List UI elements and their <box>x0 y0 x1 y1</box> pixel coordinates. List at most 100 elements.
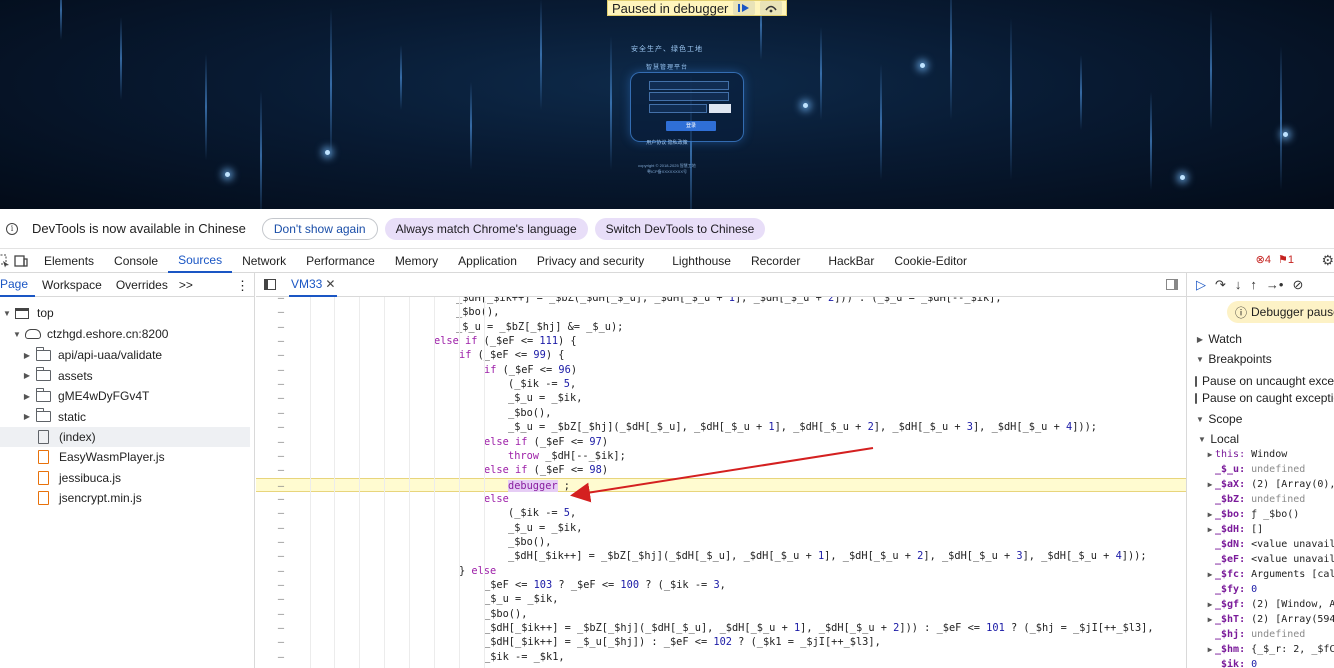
scope-variable-row[interactable]: ▶ _$bo: ƒ _$bo() <box>1205 507 1300 522</box>
line-gutter[interactable]: – <box>256 420 306 434</box>
toggle-debugger-icon[interactable] <box>1166 279 1178 290</box>
line-gutter[interactable]: – <box>256 463 306 477</box>
code-line[interactable]: – if (_$eF <= 96) <box>256 363 1186 377</box>
switch-language-button[interactable]: Switch DevTools to Chinese <box>594 217 766 240</box>
line-gutter[interactable]: – <box>256 650 306 664</box>
code-lines[interactable]: – _$dH[_$ik++] = _$bZ(_$dH[_$_u], _$dH[_$… <box>256 297 1186 668</box>
code-line[interactable]: – _$_u = _$bZ[_$hj](_$dH[_$_u], _$dH[_$_u… <box>256 420 1186 434</box>
tab-recorder[interactable]: Recorder <box>741 249 810 273</box>
tab-vm33[interactable]: VM33 ✕ <box>289 273 338 297</box>
scope-variable-row[interactable]: _$dN: <value unavailable> <box>1205 537 1334 552</box>
password-field[interactable] <box>649 92 729 101</box>
code-line[interactable]: – _$eF <= 103 ? _$eF <= 100 ? (_$ik -= 3, <box>256 578 1186 592</box>
code-line[interactable]: – _$bo(), <box>256 305 1186 319</box>
breakpoints-section-header[interactable]: ▼ Breakpoints <box>1187 349 1334 369</box>
tree-item-top[interactable]: ▼ top <box>2 303 252 323</box>
tab-memory[interactable]: Memory <box>385 249 448 273</box>
paused-code-line[interactable]: – debugger ; <box>256 477 1186 492</box>
code-line[interactable]: – _$_u = _$ik, <box>256 521 1186 535</box>
line-gutter[interactable]: – <box>256 297 306 305</box>
scope-variable-row[interactable]: ▶_$aX: (2) [Array(0), Array(0)] <box>1205 477 1334 492</box>
code-line[interactable]: – else <box>256 492 1186 506</box>
line-gutter[interactable]: – <box>256 406 306 420</box>
code-line[interactable]: –} else <box>256 564 1186 578</box>
pause-uncaught-checkbox[interactable] <box>1195 375 1197 387</box>
code-line[interactable]: – _$dH[_$ik++] = _$bZ(_$dH[_$_u], _$dH[_$… <box>256 297 1186 305</box>
login-links[interactable]: 用户协议 隐私政策 <box>0 139 1334 146</box>
pause-caught-checkbox[interactable] <box>1195 392 1197 404</box>
code-line[interactable]: – _$ik -= _$k1, <box>256 650 1186 664</box>
line-gutter[interactable]: – <box>256 435 306 449</box>
scope-variable-row[interactable]: _$ik: 0 <box>1205 657 1257 668</box>
code-line[interactable]: – _$bo(), <box>256 406 1186 420</box>
line-gutter[interactable]: – <box>256 621 306 635</box>
line-gutter[interactable]: – <box>256 521 306 535</box>
tab-application[interactable]: Application <box>448 249 527 273</box>
tree-item-folder[interactable]: ▶ gME4wDyFGv4T <box>22 386 272 406</box>
code-line[interactable]: – _$_u = _$ik, <box>256 391 1186 405</box>
line-gutter[interactable]: – <box>256 535 306 549</box>
step-over-icon[interactable]: ↷ <box>1215 277 1226 293</box>
device-toolbar-icon[interactable] <box>12 249 30 273</box>
scope-variable-row[interactable]: ▶_$gf: (2) [Window, Array] <box>1205 597 1334 612</box>
line-gutter[interactable]: – <box>256 564 306 578</box>
code-line[interactable]: – (_$ik -= 5, <box>256 377 1186 391</box>
tab-network[interactable]: Network <box>232 249 296 273</box>
step-out-icon[interactable]: ↑ <box>1250 277 1257 292</box>
scope-variable-row[interactable]: ▶_$hT: (2) [Array(594)] <box>1205 612 1334 627</box>
tab-workspace[interactable]: Workspace <box>35 273 109 297</box>
line-gutter[interactable]: – <box>256 391 306 405</box>
tab-privacy-and-security[interactable]: Privacy and security <box>527 249 654 273</box>
scope-variable-row[interactable]: ▶ _$dH: [] <box>1205 522 1264 537</box>
line-gutter[interactable]: – <box>256 492 306 506</box>
tree-item-file[interactable]: EasyWasmPlayer.js <box>38 447 288 467</box>
code-line[interactable]: – else if (_$eF <= 111) { <box>256 334 1186 348</box>
deactivate-breakpoints-icon[interactable]: ⊘ <box>1292 277 1303 293</box>
scope-variable-row[interactable]: ▶ this: Window <box>1205 447 1288 462</box>
settings-gear-icon[interactable]: ⚙ <box>1321 252 1334 269</box>
step-over-button[interactable] <box>760 1 783 15</box>
line-gutter[interactable]: – <box>256 305 306 319</box>
tab-overrides[interactable]: Overrides <box>109 273 175 297</box>
step-into-icon[interactable]: ↓ <box>1235 277 1242 292</box>
line-gutter[interactable]: – <box>256 607 306 621</box>
tree-item-folder[interactable]: ▶ static <box>22 407 272 427</box>
captcha-image[interactable] <box>709 104 731 113</box>
tree-item-folder[interactable]: ▶ api/api-uaa/validate <box>22 345 272 365</box>
pause-caught-row[interactable]: Pause on caught exceptions <box>1187 388 1334 408</box>
toggle-navigator-icon[interactable] <box>264 279 276 290</box>
line-gutter[interactable]: – <box>256 377 306 391</box>
tree-item-index[interactable]: (index) <box>0 427 250 447</box>
scope-section-header[interactable]: ▼ Scope <box>1187 409 1334 429</box>
code-line[interactable]: – throw _$dH[--_$ik]; <box>256 449 1186 463</box>
line-gutter[interactable]: – <box>256 449 306 463</box>
scope-variable-row[interactable]: _$_u: undefined <box>1205 462 1305 477</box>
tab-performance[interactable]: Performance <box>296 249 385 273</box>
tree-item-file[interactable]: jsencrypt.min.js <box>38 488 288 508</box>
line-gutter[interactable]: – <box>256 506 306 520</box>
scope-variable-row[interactable]: ▶_$fc: Arguments [callee] <box>1205 567 1334 582</box>
code-line[interactable]: – (_$ik -= 5, <box>256 506 1186 520</box>
line-gutter[interactable]: – <box>256 334 306 348</box>
tab-hackbar[interactable]: HackBar <box>818 249 884 273</box>
code-line[interactable]: – else if (_$eF <= 97) <box>256 435 1186 449</box>
scope-variable-row[interactable]: ▶ _$hm: {_$_r: 2, _$fC} <box>1205 642 1334 657</box>
code-line[interactable]: – _$dH[_$ik++] = _$_u[_$hj]) : _$eF <= 10… <box>256 635 1186 649</box>
code-line[interactable]: – _$_u = _$bZ[_$hj] &= _$_u); <box>256 320 1186 334</box>
tab-cookie-editor[interactable]: Cookie-Editor <box>884 249 977 273</box>
watch-section-header[interactable]: ▶ Watch <box>1187 329 1334 349</box>
resume-icon[interactable]: ▷ <box>1196 277 1206 293</box>
line-gutter[interactable]: – <box>256 592 306 606</box>
tab-sources[interactable]: Sources <box>168 249 233 273</box>
line-gutter[interactable]: – <box>256 578 306 592</box>
tab-elements[interactable]: Elements <box>34 249 104 273</box>
more-tabs-chevron-icon[interactable]: >> <box>179 278 193 292</box>
code-line[interactable]: – _$dH[_$ik++] = _$bZ[_$hj](_$dH[_$_u], _… <box>256 621 1186 635</box>
close-tab-icon[interactable]: ✕ <box>325 277 335 291</box>
scope-variable-row[interactable]: _$fy: 0 <box>1205 582 1257 597</box>
inspect-element-icon[interactable] <box>0 249 12 273</box>
local-scope-header[interactable]: ▼ Local <box>1187 429 1334 449</box>
issues-counter[interactable]: ⊗4 ⚑1 <box>1256 253 1294 266</box>
line-gutter[interactable]: – <box>256 363 306 377</box>
dont-show-again-button[interactable]: Don't show again <box>261 217 378 240</box>
